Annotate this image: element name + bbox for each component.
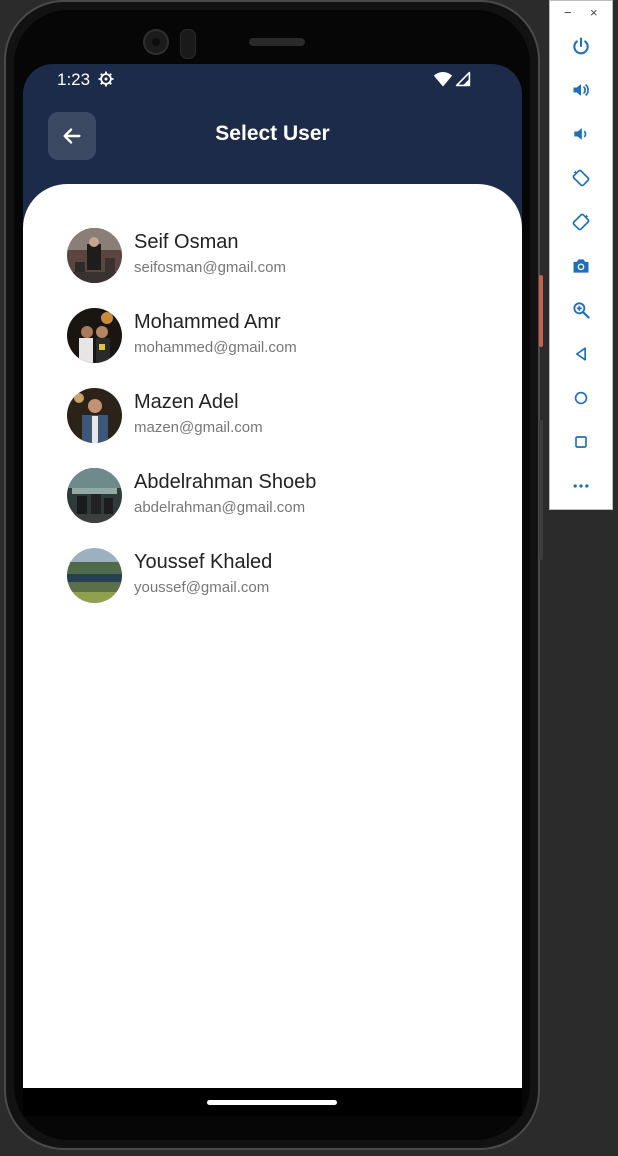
volume-down-button[interactable]	[566, 119, 596, 149]
power-icon	[573, 37, 589, 55]
user-row-seif[interactable]: Seif Osman seifosman@gmail.com	[67, 228, 487, 286]
front-camera	[143, 29, 169, 55]
minimize-button[interactable]: −	[564, 5, 572, 21]
wifi-icon	[433, 72, 453, 87]
back-nav-button[interactable]	[566, 339, 596, 369]
more-icon	[573, 484, 589, 488]
user-row-mohammed[interactable]: Mohammed Amr mohammed@gmail.com	[67, 308, 487, 366]
status-time: 1:23	[57, 70, 91, 89]
status-bar: 1:23	[23, 64, 522, 96]
volume-side-button[interactable]	[539, 420, 543, 560]
user-email: youssef@gmail.com	[134, 579, 270, 596]
more-button[interactable]	[566, 471, 596, 501]
close-button[interactable]: ×	[590, 5, 598, 21]
zoom-icon	[573, 302, 590, 319]
user-email: mohammed@gmail.com	[134, 339, 297, 356]
user-row-abdelrahman[interactable]: Abdelrahman Shoeb abdelrahman@gmail.com	[67, 468, 487, 526]
volume-up-icon	[573, 83, 589, 97]
avatar	[67, 388, 122, 443]
user-name: Seif Osman	[134, 231, 239, 253]
avatar	[67, 548, 122, 603]
screenshot-button[interactable]	[566, 251, 596, 281]
user-email: seifosman@gmail.com	[134, 259, 286, 276]
emulator-window-controls: − ×	[550, 5, 612, 21]
user-row-mazen[interactable]: Mazen Adel mazen@gmail.com	[67, 388, 487, 446]
user-email: abdelrahman@gmail.com	[134, 499, 306, 516]
user-email: mazen@gmail.com	[134, 419, 263, 436]
user-list: Seif Osman seifosman@gmail.com Mohammed …	[23, 184, 522, 1088]
user-name: Abdelrahman Shoeb	[134, 471, 317, 493]
emulator-toolbar: − ×	[549, 0, 613, 510]
avatar	[67, 228, 122, 283]
camera-icon	[573, 259, 589, 273]
avatar	[67, 308, 122, 363]
user-name: Mazen Adel	[134, 391, 239, 413]
rotate-right-icon	[572, 213, 590, 231]
power-button[interactable]	[566, 31, 596, 61]
user-row-youssef[interactable]: Youssef Khaled youssef@gmail.com	[67, 548, 487, 606]
user-name: Mohammed Amr	[134, 311, 281, 333]
home-gesture-bar[interactable]	[207, 1100, 337, 1105]
zoom-button[interactable]	[566, 295, 596, 325]
overview-nav-button[interactable]	[566, 427, 596, 457]
earpiece-speaker	[249, 38, 305, 46]
rotate-left-button[interactable]	[566, 163, 596, 193]
back-triangle-icon	[576, 347, 586, 361]
home-nav-button[interactable]	[566, 383, 596, 413]
signal-icon	[455, 71, 471, 87]
volume-down-icon	[574, 128, 587, 140]
proximity-sensor	[180, 29, 196, 59]
rotate-left-icon	[572, 169, 590, 187]
gear-icon	[98, 71, 114, 87]
rotate-right-button[interactable]	[566, 207, 596, 237]
avatar	[67, 468, 122, 523]
power-side-button[interactable]	[539, 275, 543, 347]
page-title: Select User	[215, 122, 330, 145]
volume-up-button[interactable]	[566, 75, 596, 105]
user-name: Youssef Khaled	[134, 551, 273, 573]
app-screen: 1:23 Select User Seif Osman seifosman@gm…	[23, 64, 522, 1116]
overview-square-icon	[575, 436, 587, 448]
home-circle-icon	[574, 391, 588, 405]
